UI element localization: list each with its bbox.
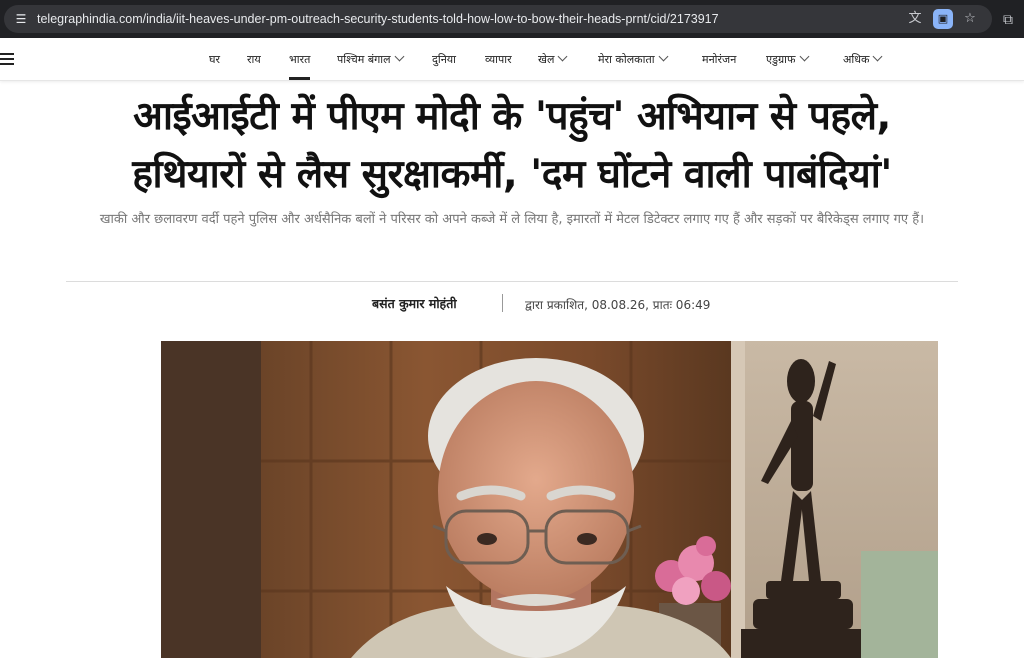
- byline-separator: [502, 294, 503, 312]
- chevron-down-icon: [394, 51, 405, 62]
- article-photo[interactable]: [161, 341, 938, 658]
- nav-item-opinion[interactable]: राय: [247, 38, 261, 80]
- published-date: द्वारा प्रकाशित, 08.08.26, प्रातः 06:49: [525, 298, 711, 312]
- site-info-icon[interactable]: ☰: [13, 11, 29, 27]
- bookmark-star-icon[interactable]: ☆: [960, 9, 980, 29]
- nav-item-more[interactable]: अधिक: [843, 38, 883, 80]
- chevron-down-icon: [658, 51, 669, 62]
- nav-item-home[interactable]: घर: [209, 38, 220, 80]
- translate-icon[interactable]: 文: [905, 9, 925, 29]
- nav-item-edugraph[interactable]: एडुग्राफ: [766, 38, 809, 80]
- nav-item-world[interactable]: दुनिया: [432, 38, 456, 80]
- nav-item-entertainment[interactable]: मनोरंजन: [702, 38, 736, 80]
- headline-line-2: हथियारों से लैस सुरक्षाकर्मी, 'दम घोंटने…: [132, 152, 892, 197]
- browser-toolbar: ☰ telegraphindia.com/india/iit-heaves-un…: [0, 0, 1024, 38]
- nav-item-business[interactable]: व्यापार: [485, 38, 512, 80]
- url-text[interactable]: telegraphindia.com/india/iit-heaves-unde…: [37, 10, 719, 28]
- cast-icon[interactable]: ▣: [933, 9, 953, 29]
- menu-icon[interactable]: [0, 53, 14, 65]
- chevron-down-icon: [873, 51, 883, 62]
- nav-item-india[interactable]: भारत: [289, 38, 311, 80]
- address-bar[interactable]: ☰ telegraphindia.com/india/iit-heaves-un…: [4, 5, 992, 33]
- headline-line-1: आईआईटी में पीएम मोदी के 'पहुंच' अभियान स…: [133, 94, 891, 139]
- chevron-down-icon: [558, 51, 568, 62]
- extensions-icon[interactable]: ⧉: [1003, 10, 1023, 30]
- article-subheadline: खाकी और छलावरण वर्दी पहने पुलिस और अर्धस…: [99, 212, 925, 227]
- byline: बसंत कुमार मोहंती द्वारा प्रकाशित, 08.08…: [0, 292, 1024, 316]
- author-name[interactable]: बसंत कुमार मोहंती: [372, 295, 457, 312]
- chevron-down-icon: [799, 51, 809, 62]
- nav-item-west-bengal[interactable]: पश्चिम बंगाल: [337, 38, 405, 80]
- divider: [66, 281, 958, 282]
- photo-illustration: [161, 341, 938, 658]
- nav-item-sports[interactable]: खेल: [538, 38, 568, 80]
- nav-item-my-kolkata[interactable]: मेरा कोलकाता: [598, 38, 669, 80]
- article-headline: आईआईटी में पीएम मोदी के 'पहुंच' अभियान स…: [60, 88, 964, 204]
- site-navigation: घर राय भारत पश्चिम बंगाल दुनिया व्यापार …: [0, 38, 1024, 81]
